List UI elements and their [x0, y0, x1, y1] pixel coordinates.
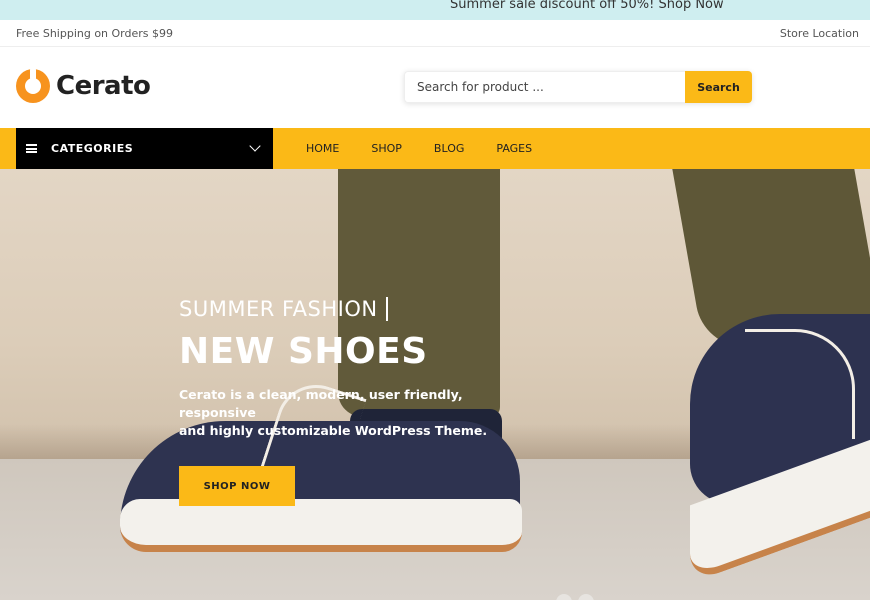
slider-dot[interactable] [556, 594, 572, 600]
search-input[interactable] [404, 71, 685, 103]
hero-subtitle: SUMMER FASHION [179, 297, 388, 321]
nav-item-blog[interactable]: BLOG [434, 142, 464, 155]
promo-text[interactable]: Summer sale discount off 50%! Shop Now [450, 0, 724, 12]
search-bar: Search [404, 71, 752, 103]
slider-dots [556, 594, 594, 600]
free-shipping-text: Free Shipping on Orders $99 [16, 26, 174, 40]
store-location-link[interactable]: Store Location [780, 27, 859, 40]
chevron-down-icon [249, 140, 261, 152]
shop-now-button[interactable]: SHOP NOW [179, 466, 295, 506]
nav-menu: HOME SHOP BLOG PAGES [306, 128, 564, 169]
hero-copy: SUMMER FASHION NEW SHOES Cerato is a cle… [179, 297, 509, 440]
hero-title: NEW SHOES [179, 331, 428, 372]
logo-icon [16, 67, 50, 103]
menu-icon [26, 144, 37, 153]
nav-item-shop[interactable]: SHOP [371, 142, 402, 155]
logo[interactable]: Cerato [16, 67, 151, 103]
main-nav: CATEGORIES HOME SHOP BLOG PAGES [0, 128, 870, 169]
slider-dot[interactable] [578, 594, 594, 600]
hero-description: Cerato is a clean, modern, user friendly… [179, 387, 488, 438]
site-header: Cerato Search [0, 47, 870, 128]
top-bar: Free Shipping on Orders $99 Store Locati… [0, 20, 870, 47]
categories-label: CATEGORIES [51, 142, 134, 155]
categories-dropdown[interactable]: CATEGORIES [16, 128, 273, 169]
promo-bar[interactable]: Summer sale discount off 50%! Shop Now [0, 0, 870, 20]
logo-text: Cerato [56, 71, 151, 101]
hero-banner: SUMMER FASHION NEW SHOES Cerato is a cle… [0, 169, 870, 600]
search-button[interactable]: Search [685, 71, 752, 103]
nav-item-pages[interactable]: PAGES [496, 142, 532, 155]
nav-item-home[interactable]: HOME [306, 142, 339, 155]
